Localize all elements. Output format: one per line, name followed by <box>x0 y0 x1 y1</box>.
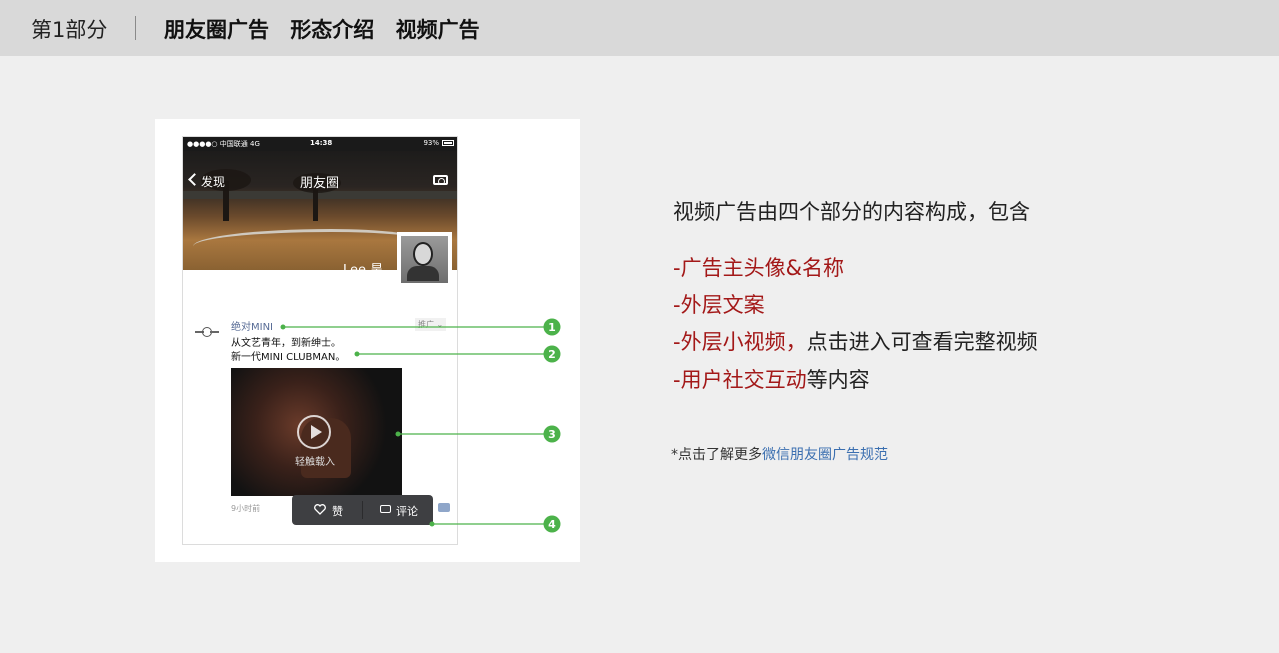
callout-number: 3 <box>548 428 556 441</box>
feature-item-social: -用户社交互动等内容 <box>673 364 870 394</box>
feature-highlight: -外层小视频， <box>673 330 807 354</box>
spec-link[interactable]: 微信朋友圈广告规范 <box>762 447 888 463</box>
feature-highlight: -外层文案 <box>673 293 765 317</box>
callout-number: 1 <box>548 321 556 334</box>
callout-dot <box>354 351 360 357</box>
callout-3: 3 <box>395 425 561 443</box>
callout-dot <box>280 324 286 330</box>
feature-item-copy: -外层文案 <box>673 289 765 319</box>
feature-item-advertiser: -广告主头像&名称 <box>673 252 844 282</box>
feature-highlight: -广告主头像&名称 <box>673 256 844 280</box>
callout-number: 2 <box>548 348 556 361</box>
feature-highlight: -用户社交互动 <box>673 368 807 392</box>
footnote-prefix: *点击了解更多 <box>671 447 762 463</box>
feature-detail: 等内容 <box>806 368 870 392</box>
callout-1: 1 <box>280 318 561 336</box>
feature-item-video: -外层小视频，点击进入可查看完整视频 <box>673 326 1038 356</box>
intro-text: 视频广告由四个部分的内容构成，包含 <box>673 200 1030 224</box>
callout-2: 2 <box>354 345 561 363</box>
feature-detail: 点击进入可查看完整视频 <box>806 330 1038 354</box>
callout-dot <box>429 521 435 527</box>
callout-4: 4 <box>429 515 561 533</box>
callout-number: 4 <box>548 518 556 531</box>
callout-dot <box>395 431 401 437</box>
footnote: *点击了解更多微信朋友圈广告规范 <box>671 444 888 464</box>
callout-layer: 1 2 3 4 <box>280 318 561 533</box>
